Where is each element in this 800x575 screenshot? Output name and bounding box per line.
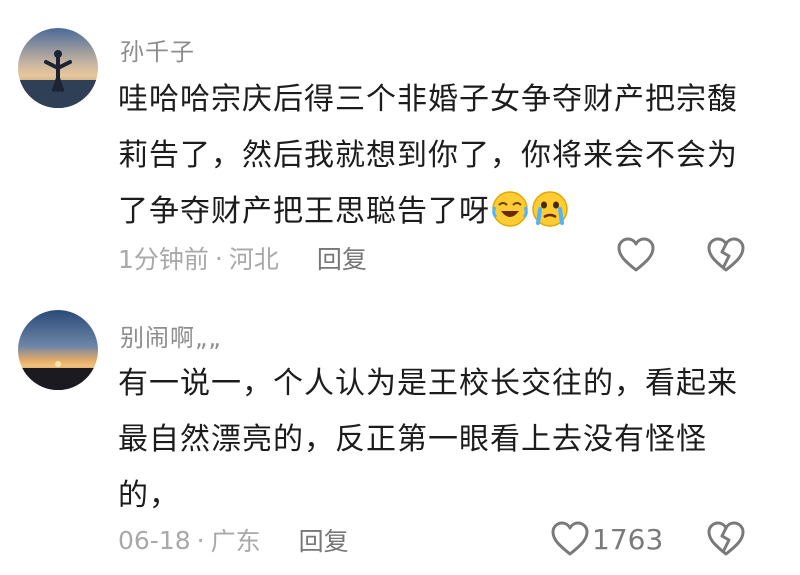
- meta-separator: ·: [214, 243, 223, 273]
- avatar[interactable]: [18, 310, 98, 390]
- comment-item: 孙千子 哇哈哈宗庆后得三个非婚子女争夺财产把宗馥莉告了，然后我就想到你了，你将来…: [0, 0, 800, 290]
- comment-location: 广东: [210, 527, 261, 556]
- heart-outline-icon: [550, 520, 590, 558]
- broken-heart-outline-icon: [706, 236, 746, 274]
- dislike-button[interactable]: [706, 236, 746, 274]
- comment-text-content: 有一说一，个人认为是王校长交往的，看起来最自然漂亮的，反正第一眼看上去没有怪怪的…: [118, 366, 738, 513]
- username[interactable]: 别闹啊„„: [120, 318, 222, 353]
- laughing-crying-emoji-icon: [490, 189, 530, 229]
- like-button[interactable]: [616, 236, 656, 274]
- comment-time: 1分钟前: [118, 245, 209, 274]
- like-button[interactable]: 1763: [550, 520, 663, 558]
- comment-meta: 1分钟前 · 河北 回复: [118, 240, 367, 276]
- comment-time: 06-18: [118, 525, 191, 555]
- reply-button[interactable]: 回复: [299, 522, 349, 558]
- username[interactable]: 孙千子: [120, 32, 195, 67]
- heart-outline-icon: [616, 236, 656, 274]
- comment-text: 哇哈哈宗庆后得三个非婚子女争夺财产把宗馥莉告了，然后我就想到你了，你将来会不会为…: [118, 72, 758, 240]
- crying-emoji-icon: [530, 189, 570, 229]
- dislike-button[interactable]: [706, 520, 746, 558]
- comment-text-content: 哇哈哈宗庆后得三个非婚子女争夺财产把宗馥莉告了，然后我就想到你了，你将来会不会为…: [118, 82, 738, 229]
- like-count: 1763: [592, 522, 664, 556]
- reply-button[interactable]: 回复: [317, 240, 367, 276]
- comment-item: 别闹啊„„ 有一说一，个人认为是王校长交往的，看起来最自然漂亮的，反正第一眼看上…: [0, 290, 800, 575]
- comment-meta: 06-18 · 广东 回复: [118, 522, 349, 558]
- meta-separator: ·: [196, 525, 205, 555]
- broken-heart-outline-icon: [706, 520, 746, 558]
- avatar[interactable]: [18, 28, 98, 108]
- comment-location: 河北: [228, 245, 279, 274]
- comment-text: 有一说一，个人认为是王校长交往的，看起来最自然漂亮的，反正第一眼看上去没有怪怪的…: [118, 356, 758, 524]
